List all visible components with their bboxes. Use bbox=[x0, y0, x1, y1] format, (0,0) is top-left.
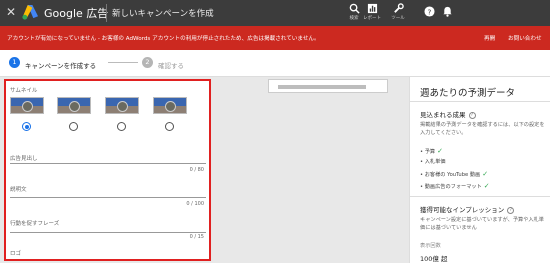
svg-text:?: ? bbox=[428, 7, 432, 16]
impressions-text: キャンペーン設定に基づいていますが、予算や入札単価には基づいていません bbox=[420, 217, 544, 231]
description-label: 説明文 bbox=[10, 187, 27, 193]
list-item: • お客様の YouTube 動画 ✓ bbox=[420, 170, 489, 178]
help-icon[interactable]: ? bbox=[424, 6, 435, 17]
list-item: • 入札単価 bbox=[420, 159, 446, 165]
close-icon[interactable]: ✕ bbox=[6, 5, 16, 19]
step-1-label[interactable]: キャンペーンを作成する bbox=[25, 60, 96, 70]
display-count-label: 表示回数 bbox=[420, 243, 441, 249]
divider bbox=[410, 101, 550, 102]
check-icon: ✓ bbox=[483, 182, 490, 190]
stepper: 1 キャンペーンを作成する 2 確認する bbox=[0, 50, 550, 77]
results-text: 掲載結果の予測データを確認するには、以下の設定を入力してください。 bbox=[420, 122, 545, 136]
bid-item: 入札単価 bbox=[424, 159, 446, 165]
reports-tool-button[interactable]: レポート bbox=[360, 3, 384, 21]
reports-tool-label: レポート bbox=[363, 16, 381, 21]
cta-counter: 0 / 15 bbox=[189, 234, 204, 240]
ad-creative-form: サムネイル 広告見出し 0 / 80 説明文 0 / 100 行動を促すフレーズ… bbox=[4, 79, 211, 261]
youtube-video-item: お客様の YouTube 動画 bbox=[424, 172, 481, 178]
thumbnail-image[interactable] bbox=[105, 97, 139, 114]
step-connector bbox=[108, 62, 138, 63]
thumbnail-radio[interactable] bbox=[165, 122, 174, 131]
step-1-badge: 1 bbox=[9, 57, 20, 68]
results-heading-row: 見込まれる成果? bbox=[420, 109, 476, 119]
thumbnail-image[interactable] bbox=[57, 97, 91, 114]
display-count-value: 100億 超 bbox=[420, 255, 448, 263]
headline-input[interactable] bbox=[10, 163, 206, 164]
thumbnail-radio[interactable] bbox=[117, 122, 126, 131]
top-bar: ✕ Google 広告 新しいキャンペーンを作成 検索 レポート ツール ? bbox=[0, 0, 550, 26]
results-heading: 見込まれる成果 bbox=[420, 111, 466, 119]
cta-label: 行動を促すフレーズ bbox=[10, 221, 60, 227]
impressions-heading-row: 獲得可能なインプレッション? bbox=[420, 204, 515, 214]
thumbnail-radio-selected[interactable] bbox=[22, 122, 31, 131]
list-item: • 動画広告のフォーマット ✓ bbox=[420, 182, 490, 190]
contact-link[interactable]: お問い合わせ bbox=[508, 34, 542, 42]
logo-label: ロゴ bbox=[10, 251, 22, 257]
step-2-badge: 2 bbox=[142, 57, 153, 68]
tools-tool-button[interactable]: ツール bbox=[386, 3, 410, 21]
description-counter: 0 / 100 bbox=[186, 201, 204, 207]
account-alert-bar: アカウントが有効になっていません - お客様の AdWords アカウントの利用… bbox=[0, 26, 550, 50]
check-icon: ✓ bbox=[437, 147, 443, 155]
page-title: 新しいキャンペーンを作成 bbox=[112, 9, 214, 19]
alert-message: アカウントが有効になっていません - お客様の AdWords アカウントの利用… bbox=[7, 36, 320, 42]
headline-counter: 0 / 80 bbox=[189, 167, 204, 173]
budget-item: 予算 bbox=[424, 149, 436, 155]
bell-icon[interactable] bbox=[442, 6, 453, 17]
forecast-panel: 週あたりの予測データ 見込まれる成果? 掲載結果の予測データを確認するには、以下… bbox=[409, 77, 550, 263]
thumbnail-image[interactable] bbox=[153, 97, 187, 114]
thumbnail-label: サムネイル bbox=[10, 88, 38, 94]
resume-link[interactable]: 再開 bbox=[484, 34, 495, 42]
help-icon[interactable]: ? bbox=[468, 111, 476, 119]
brand-name: Google 広告 bbox=[44, 7, 109, 20]
ad-preview bbox=[268, 79, 388, 93]
tools-tool-label: ツール bbox=[391, 16, 405, 21]
check-icon: ✓ bbox=[482, 170, 489, 178]
list-item: • 予算 ✓ bbox=[420, 147, 443, 155]
impressions-heading: 獲得可能なインプレッション bbox=[420, 206, 505, 214]
help-icon[interactable]: ? bbox=[507, 206, 515, 214]
search-icon bbox=[349, 3, 360, 14]
headline-label: 広告見出し bbox=[10, 156, 38, 162]
thumbnail-image[interactable] bbox=[10, 97, 44, 114]
step-2-label[interactable]: 確認する bbox=[158, 60, 184, 70]
divider bbox=[410, 196, 550, 197]
google-ads-logo-icon bbox=[22, 4, 39, 20]
thumbnail-radio[interactable] bbox=[69, 122, 78, 131]
ad-format-item: 動画広告のフォーマット bbox=[424, 184, 482, 190]
description-input[interactable] bbox=[10, 197, 206, 198]
wrench-icon bbox=[393, 3, 404, 13]
cta-input[interactable] bbox=[10, 232, 206, 233]
forecast-title: 週あたりの予測データ bbox=[420, 88, 516, 99]
reports-icon bbox=[367, 3, 377, 14]
preview-placeholder bbox=[278, 85, 366, 89]
divider bbox=[106, 4, 107, 22]
